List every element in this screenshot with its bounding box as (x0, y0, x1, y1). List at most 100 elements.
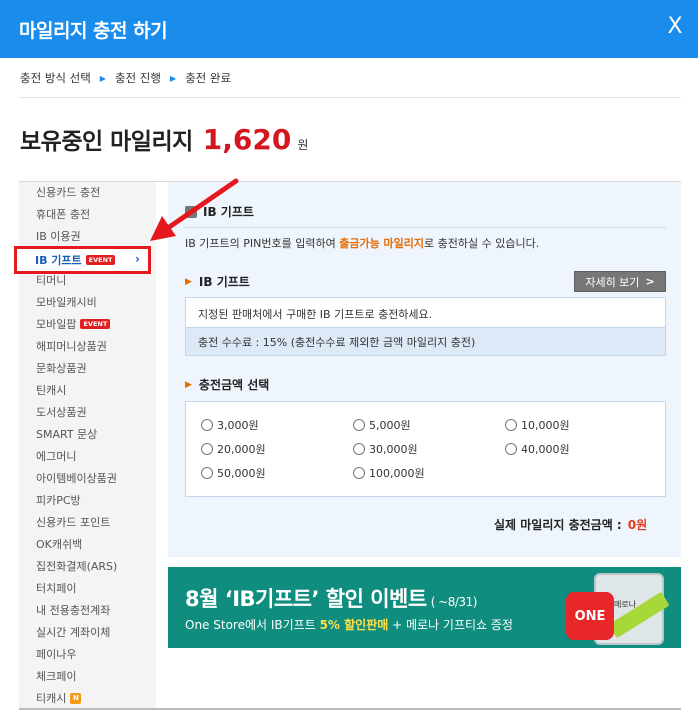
radio-button[interactable] (505, 419, 517, 431)
divider (19, 708, 681, 710)
sidebar-item-happymoney[interactable]: 해피머니상품권 (36, 336, 107, 356)
sidebar-item-eggmoney[interactable]: 에그머니 (36, 446, 76, 466)
banner-sub-text: One Store에서 IB기프트 (185, 618, 320, 632)
divider (185, 227, 666, 228)
radio-button[interactable] (201, 443, 213, 455)
banner-sub-text: + 메로나 기프티쇼 증정 (388, 618, 513, 632)
banner-subtitle: One Store에서 IB기프트 5% 할인판매 + 메로나 기프티쇼 증정 (185, 616, 513, 633)
sidebar-item-book-voucher[interactable]: 도서상품권 (36, 402, 87, 422)
chevron-right-icon: › (135, 252, 140, 266)
total-value: 0원 (627, 518, 648, 532)
sidebar-item-label: 페이나우 (36, 648, 77, 661)
sidebar-item-label: 에그머니 (36, 450, 77, 463)
sidebar-item-label: 터치페이 (36, 582, 77, 595)
section-title: IB 기프트 (185, 203, 254, 220)
sidebar-item-label: 신용카드 충전 (36, 186, 101, 199)
sidebar-item-ok-cashbag[interactable]: OK캐쉬백 (36, 534, 82, 554)
radio-button[interactable] (505, 443, 517, 455)
mileage-balance: 보유중인 마일리지 1,620 원 (20, 122, 308, 156)
sidebar-item-label: 틴캐시 (36, 384, 67, 397)
amount-option[interactable]: 20,000원 (201, 441, 266, 457)
sidebar-item-ib-gift[interactable]: IB 기프트 EVENT › (14, 246, 151, 274)
amount-option-label: 100,000원 (369, 467, 425, 480)
sidebar-item-phone[interactable]: 휴대폰 충전 (36, 204, 90, 224)
banner-title-text: 8월 ‘IB기프트’ 할인 이벤트 (185, 587, 427, 611)
sidebar-item-dedicated-account[interactable]: 내 전용충전계좌 (36, 600, 110, 620)
event-badge: EVENT (85, 255, 116, 265)
amount-option-label: 10,000원 (521, 419, 570, 432)
balance-amount: 1,620 (202, 123, 292, 156)
radio-button[interactable] (353, 419, 365, 431)
sidebar-item-label: 해피머니상품권 (36, 340, 107, 353)
gift-subtitle: ▶ IB 기프트 (185, 273, 250, 290)
amount-option[interactable]: 50,000원 (201, 465, 266, 481)
close-icon[interactable]: X (664, 14, 686, 40)
amount-option-label: 5,000원 (369, 419, 411, 432)
banner-period: ( ~8/31) (430, 595, 478, 609)
actual-charge-total: 실제 마일리지 충전금액 : 0원 (494, 516, 647, 533)
triangle-right-icon: ▶ (99, 73, 106, 83)
gift-info-box: 지정된 판매처에서 구매한 IB 기프트로 충전하세요. 충전 수수료 : 15… (185, 297, 666, 356)
sidebar-item-ars[interactable]: 집전화결제(ARS) (36, 556, 117, 576)
sidebar-item-label: 체크페이 (36, 670, 77, 683)
radio-button[interactable] (353, 467, 365, 479)
sidebar-item-label: 모바일캐시비 (36, 296, 97, 309)
sidebar-item-teencash[interactable]: 틴캐시 (36, 380, 66, 400)
sidebar-item-label: 실시간 계좌이체 (36, 626, 111, 639)
sidebar-item-label: IB 기프트 (35, 254, 82, 267)
desc-text: 로 충전하실 수 있습니다. (424, 237, 540, 250)
amount-option[interactable]: 100,000원 (353, 465, 425, 481)
section-description: IB 기프트의 PIN번호를 입력하여 출금가능 마일리지로 충전하실 수 있습… (185, 235, 539, 251)
sidebar-item-culture-voucher[interactable]: 문화상품권 (36, 358, 87, 378)
gift-subtitle-text: IB 기프트 (198, 275, 250, 289)
sidebar-item-label: 도서상품권 (36, 406, 87, 419)
triangle-right-icon: ▶ (185, 379, 192, 390)
sidebar-item-credit-card[interactable]: 신용카드 충전 (36, 182, 100, 202)
amount-option-label: 20,000원 (217, 443, 266, 456)
window-header: 마일리지 충전 하기 X (0, 0, 698, 58)
detail-button-label: 자세히 보기 (585, 275, 640, 289)
sidebar-item-label: 문화상품권 (36, 362, 87, 375)
divider (19, 97, 681, 98)
sidebar-item-pica-pc[interactable]: 피카PC방 (36, 490, 81, 510)
sidebar-item-label: 모바일팝 (36, 318, 77, 331)
sidebar-item-label: SMART 문상 (36, 428, 98, 441)
sidebar-item-realtime-transfer[interactable]: 실시간 계좌이체 (36, 622, 110, 642)
triangle-right-icon: ▶ (169, 73, 177, 83)
amount-option[interactable]: 10,000원 (505, 417, 570, 433)
sidebar-item-label: OK캐쉬백 (36, 538, 83, 551)
amount-option[interactable]: 5,000원 (353, 417, 411, 433)
sidebar-item-tcash[interactable]: 티캐시 N (36, 688, 82, 708)
amount-option[interactable]: 3,000원 (201, 417, 259, 433)
event-banner[interactable]: 8월 ‘IB기프트’ 할인 이벤트( ~8/31) One Store에서 IB… (168, 567, 681, 648)
chevron-right-icon: > (645, 275, 655, 288)
sidebar-item-touchpay[interactable]: 터치페이 (36, 578, 76, 598)
sidebar-item-paynow[interactable]: 페이나우 (36, 644, 76, 664)
sidebar-item-label: 집전화결제(ARS) (36, 560, 118, 573)
square-bullet-icon (185, 205, 197, 218)
amount-option[interactable]: 30,000원 (353, 441, 418, 457)
radio-button[interactable] (353, 443, 365, 455)
amount-option-label: 40,000원 (521, 443, 570, 456)
amount-subtitle-text: 충전금액 선택 (198, 378, 270, 392)
sidebar-item-ib-voucher[interactable]: IB 이용권 (36, 226, 81, 246)
sidebar-item-mobile-pop[interactable]: 모바일팝 EVENT (36, 314, 111, 334)
banner-sub-highlight: 5% 할인판매 (319, 618, 389, 632)
sidebar-item-mobile-cashbee[interactable]: 모바일캐시비 (36, 292, 97, 312)
amount-option-label: 3,000원 (217, 419, 259, 432)
breadcrumb: 충전 방식 선택 ▶ 충전 진행 ▶ 충전 완료 (20, 70, 231, 86)
amount-options-box: 3,000원 5,000원 10,000원 20,000원 30,000원 40… (185, 401, 666, 497)
radio-button[interactable] (201, 467, 213, 479)
triangle-right-icon: ▶ (185, 276, 192, 287)
detail-view-button[interactable]: 자세히 보기 > (574, 271, 666, 292)
sidebar-item-itembay-voucher[interactable]: 아이템베이상품권 (36, 468, 117, 488)
sidebar-item-checkpay[interactable]: 체크페이 (36, 666, 76, 686)
amount-option-label: 30,000원 (369, 443, 418, 456)
amount-subtitle: ▶ 충전금액 선택 (185, 376, 269, 393)
amount-option[interactable]: 40,000원 (505, 441, 570, 457)
radio-button[interactable] (201, 419, 213, 431)
sidebar-item-smart-voucher[interactable]: SMART 문상 (36, 424, 97, 444)
sidebar-item-credit-point[interactable]: 신용카드 포인트 (36, 512, 110, 532)
sidebar-item-label: 휴대폰 충전 (36, 208, 91, 221)
section-title-text: IB 기프트 (203, 205, 254, 219)
